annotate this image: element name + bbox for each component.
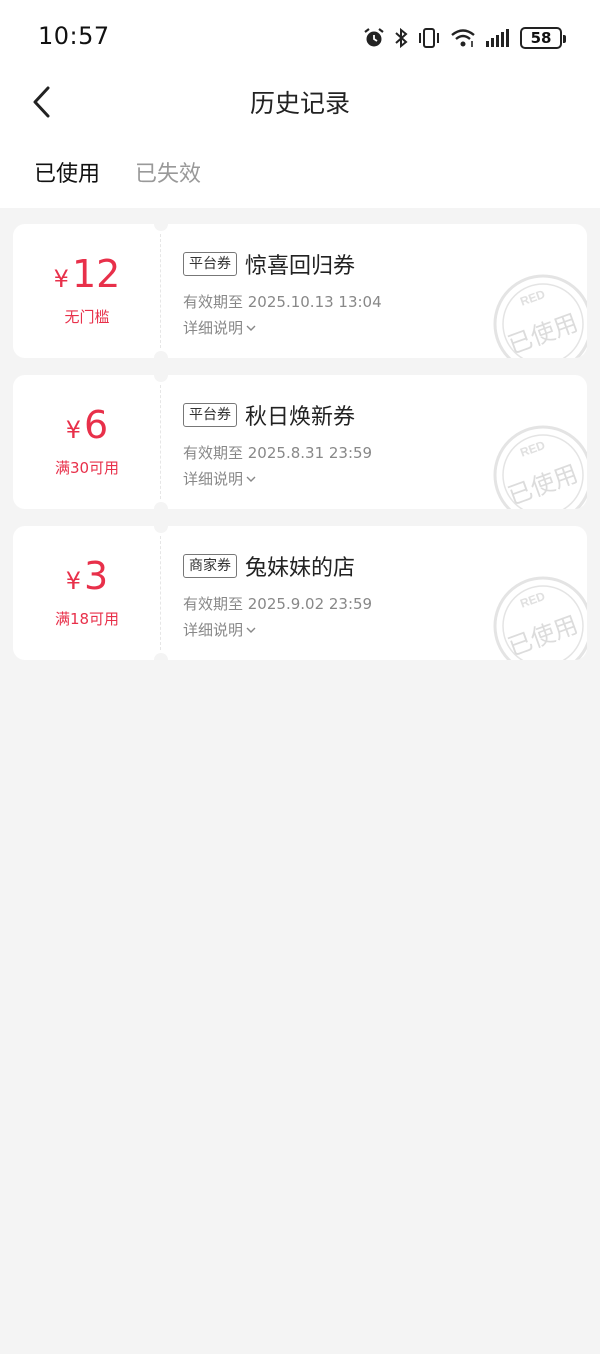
used-stamp: RED 已使用 [493, 425, 587, 509]
page-title: 历史记录 [249, 89, 350, 118]
coupon-card[interactable]: ¥ 3 满18可用 商家券 兔妹妹的店 有效期至 2025.9.02 23:59… [13, 526, 587, 660]
status-icons: 58 [363, 24, 566, 52]
stamp-label: 已使用 [504, 460, 581, 509]
coupon-amount: ¥ 12 [13, 252, 161, 296]
coupon-list: ¥ 12 无门槛 平台券 惊喜回归券 有效期至 2025.10.13 13:04… [13, 224, 587, 677]
coupon-amount-area: ¥ 6 满30可用 [13, 375, 161, 509]
coupon-amount-area: ¥ 12 无门槛 [13, 224, 161, 358]
coupon-name: 秋日焕新券 [245, 405, 356, 430]
battery-icon: 58 [520, 27, 566, 49]
tab-expired[interactable]: 已失效 [135, 156, 201, 188]
tab-bar: 已使用 已失效 [0, 150, 600, 196]
status-time: 10:57 [38, 22, 110, 50]
coupon-type-tag: 平台券 [183, 403, 237, 427]
tab-used[interactable]: 已使用 [34, 156, 100, 188]
coupon-name: 兔妹妹的店 [245, 556, 356, 581]
coupon-amount: ¥ 6 [13, 403, 161, 447]
coupon-type-tag: 平台券 [183, 252, 237, 276]
coupon-detail-toggle[interactable]: 详细说明 [183, 317, 273, 338]
alarm-icon [363, 27, 385, 49]
coupon-value: 12 [71, 252, 121, 296]
coupon-detail-label: 详细说明 [183, 470, 244, 488]
coupon-value: 6 [84, 403, 109, 447]
chevron-down-icon [246, 325, 256, 331]
chevron-down-icon [246, 476, 256, 482]
stamp-label: 已使用 [504, 611, 581, 660]
coupon-card[interactable]: ¥ 12 无门槛 平台券 惊喜回归券 有效期至 2025.10.13 13:04… [13, 224, 587, 358]
coupon-detail-toggle[interactable]: 详细说明 [183, 468, 273, 489]
coupon-condition: 满18可用 [54, 610, 120, 628]
nav-header: 历史记录 [0, 72, 600, 132]
coupon-condition: 满30可用 [54, 459, 120, 477]
bluetooth-icon [394, 27, 408, 49]
chevron-down-icon [246, 627, 256, 633]
coupon-card[interactable]: ¥ 6 满30可用 平台券 秋日焕新券 有效期至 2025.8.31 23:59… [13, 375, 587, 509]
coupon-amount-area: ¥ 3 满18可用 [13, 526, 161, 660]
coupon-amount: ¥ 3 [13, 554, 161, 598]
vibrate-icon [417, 27, 441, 49]
currency-symbol: ¥ [65, 567, 82, 595]
currency-symbol: ¥ [65, 416, 82, 444]
coupon-type-tag: 商家券 [183, 554, 237, 578]
coupon-name: 惊喜回归券 [245, 254, 356, 279]
stamp-label: 已使用 [504, 309, 581, 358]
signal-icon [485, 27, 511, 49]
coupon-condition: 无门槛 [64, 308, 110, 326]
status-bar: 10:57 58 [0, 0, 600, 72]
used-stamp: RED 已使用 [493, 274, 587, 358]
currency-symbol: ¥ [53, 265, 69, 293]
used-stamp: RED 已使用 [493, 576, 587, 660]
coupon-value: 3 [84, 554, 109, 598]
coupon-detail-toggle[interactable]: 详细说明 [183, 619, 273, 640]
coupon-detail-label: 详细说明 [183, 621, 244, 639]
wifi-icon [450, 27, 476, 49]
coupon-detail-label: 详细说明 [183, 319, 244, 337]
